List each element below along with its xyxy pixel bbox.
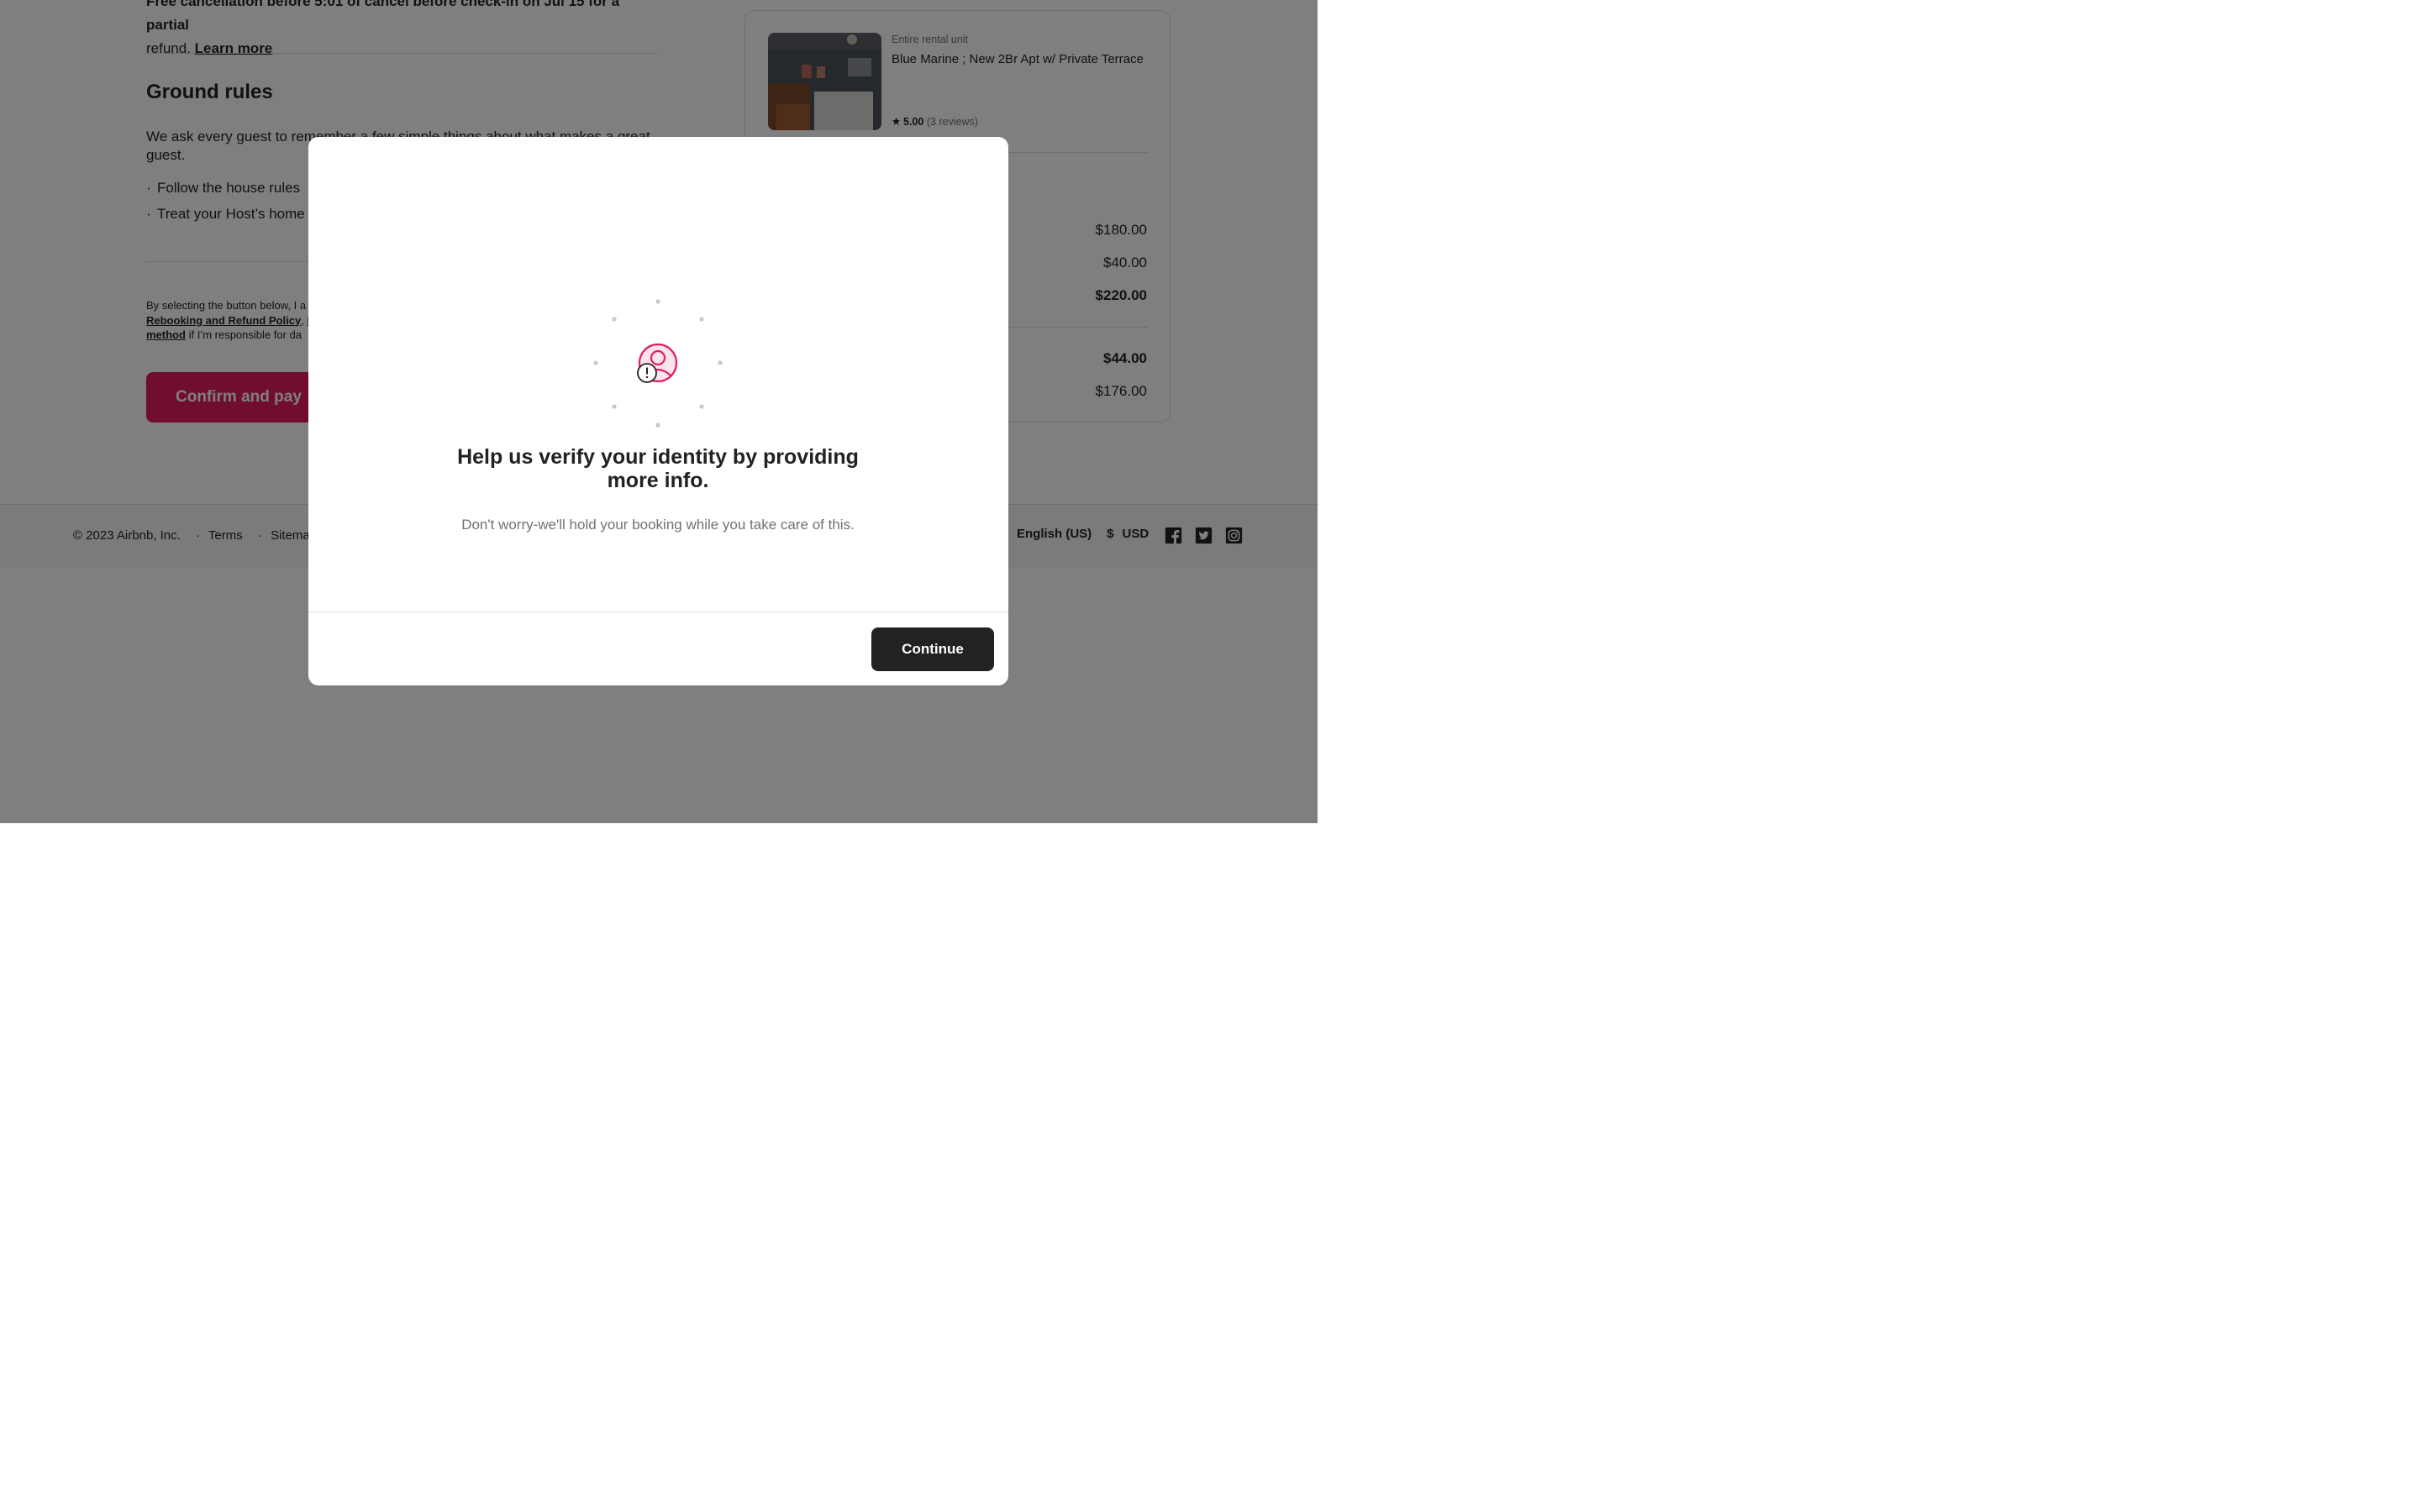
continue-button[interactable]: Continue <box>871 627 994 671</box>
dialog-subtitle: Don't worry-we'll hold your booking whil… <box>461 517 855 533</box>
identity-verification-dialog: Help us verify your identity by providin… <box>308 137 1008 685</box>
user-alert-icon <box>593 299 723 428</box>
checkout-page: Free cancellation before 5:01 of cancel … <box>0 0 1318 823</box>
dialog-title: Help us verify your identity by providin… <box>457 445 859 492</box>
